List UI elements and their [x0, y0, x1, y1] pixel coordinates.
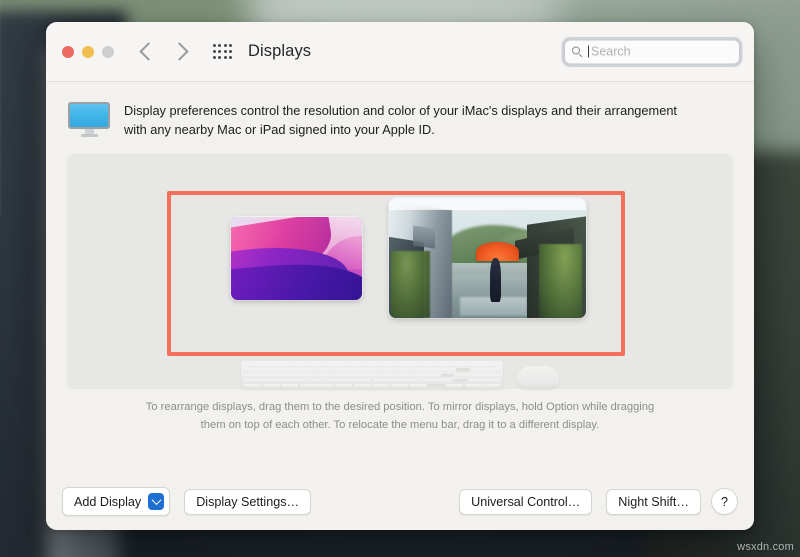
- monitor-base: [80, 134, 98, 137]
- magic-keyboard-icon: [241, 361, 503, 390]
- display-settings-button[interactable]: Display Settings…: [184, 488, 312, 515]
- search-icon: [572, 46, 583, 57]
- display-settings-label: Display Settings…: [196, 494, 300, 509]
- navigation-buttons: [139, 42, 189, 61]
- keyboard-row: [244, 383, 500, 388]
- displays-preferences-window: Displays Search Display preferences cont…: [46, 22, 754, 530]
- description-text: Display preferences control the resoluti…: [124, 103, 677, 138]
- annotation-rectangle: [167, 191, 625, 357]
- keyboard-row: [244, 368, 500, 373]
- universal-control-button[interactable]: Universal Control…: [459, 488, 593, 515]
- search-placeholder: Search: [591, 44, 631, 59]
- text-caret: [588, 45, 589, 58]
- peripheral-illustration: [67, 343, 733, 390]
- chevron-down-icon[interactable]: [148, 493, 165, 510]
- search-field[interactable]: Search: [564, 39, 740, 64]
- night-shift-button[interactable]: Night Shift…: [606, 488, 701, 515]
- window-footer: Add Display Display Settings… Universal …: [46, 487, 754, 530]
- hint-line-2: them on top of each other. To relocate t…: [200, 418, 600, 431]
- help-button[interactable]: ?: [711, 488, 738, 515]
- window-content: Display preferences control the resoluti…: [46, 82, 754, 530]
- monitor-screen: [68, 102, 110, 129]
- keyboard-row: [244, 373, 500, 378]
- description-block: Display preferences control the resoluti…: [46, 82, 754, 154]
- display-arrangement-panel[interactable]: [67, 154, 733, 390]
- add-display-label: Add Display: [74, 494, 142, 509]
- back-chevron-icon[interactable]: [139, 42, 158, 61]
- minimize-button[interactable]: [82, 45, 94, 58]
- display-monitor-icon: [68, 102, 110, 137]
- keyboard-row: [244, 363, 501, 367]
- forward-chevron-icon[interactable]: [170, 42, 189, 61]
- magic-mouse-icon: [517, 366, 559, 390]
- all-preferences-grid-icon[interactable]: [213, 44, 232, 59]
- window-title: Displays: [248, 42, 312, 60]
- universal-control-label: Universal Control…: [471, 494, 581, 509]
- zoom-button[interactable]: [102, 45, 114, 58]
- night-shift-label: Night Shift…: [618, 494, 689, 509]
- add-display-button[interactable]: Add Display: [62, 487, 171, 516]
- window-toolbar: Displays Search: [46, 22, 754, 82]
- keyboard-row: [244, 378, 500, 383]
- watermark: wsxdn.com: [737, 541, 794, 553]
- arrangement-hint: To rearrange displays, drag them to the …: [146, 399, 654, 434]
- hint-line-1: To rearrange displays, drag them to the …: [145, 401, 655, 414]
- arrangement-hint-block: To rearrange displays, drag them to the …: [67, 399, 733, 487]
- traffic-light-buttons: [62, 45, 114, 58]
- close-button[interactable]: [62, 45, 74, 58]
